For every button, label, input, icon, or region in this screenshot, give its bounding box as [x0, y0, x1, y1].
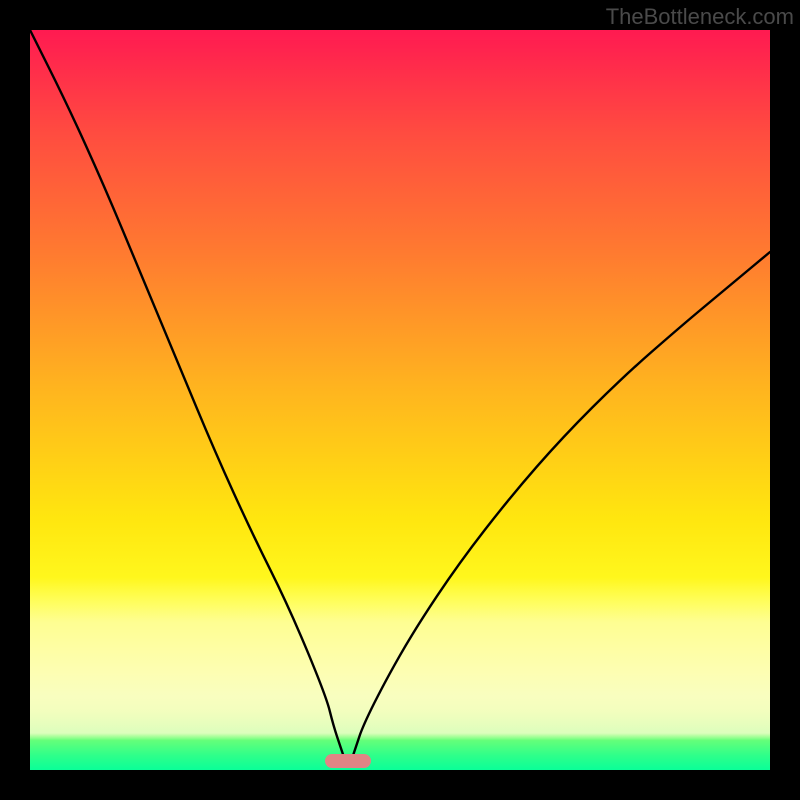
- chart-frame: TheBottleneck.com: [0, 0, 800, 800]
- plot-area: [30, 30, 770, 770]
- watermark-text: TheBottleneck.com: [606, 4, 794, 30]
- valley-marker: [325, 754, 371, 768]
- bottleneck-curve: [30, 30, 770, 770]
